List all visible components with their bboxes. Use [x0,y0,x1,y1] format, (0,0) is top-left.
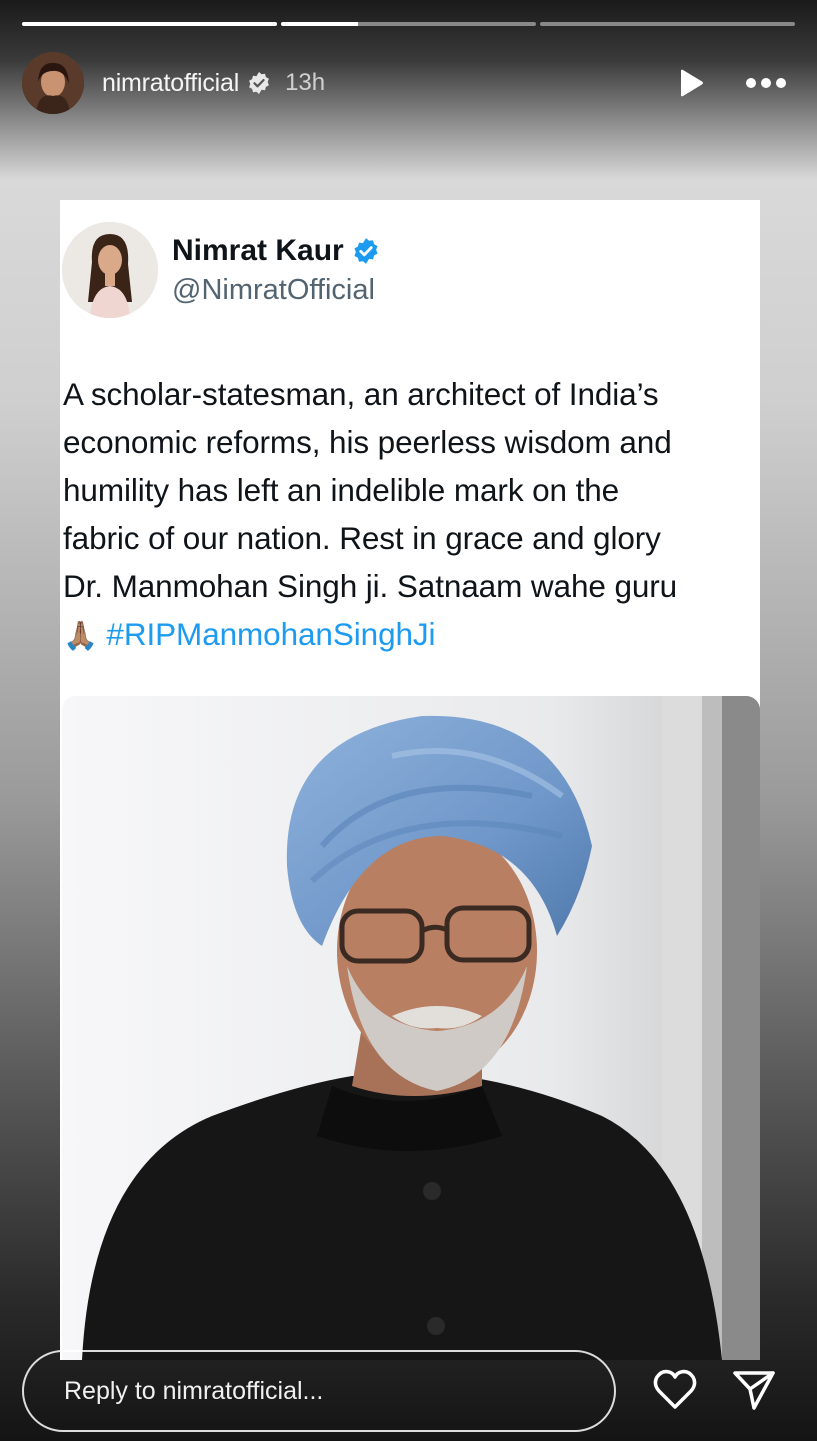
progress-segment [540,22,795,26]
tweet-photo [62,696,760,1360]
tweet-header: Nimrat Kaur @NimratOfficial [62,222,380,318]
tweet-line: A scholar-statesman, an architect of Ind… [63,376,659,412]
tweet-line: humility has left an indelible mark on t… [63,472,620,508]
tweet-card: Nimrat Kaur @NimratOfficial A scholar-st… [60,200,760,1360]
story-header: nimratofficial 13h [22,52,787,114]
tweet-hashtag[interactable]: #RIPManmohanSinghJi [106,616,435,652]
reply-placeholder: Reply to nimratofficial... [64,1376,324,1405]
progress-segment [281,22,536,26]
play-icon[interactable] [677,68,705,98]
story-username[interactable]: nimratofficial [102,69,239,98]
verified-badge-icon [354,237,378,264]
tweet-display-name: Nimrat Kaur [172,233,344,267]
tweet-text: A scholar-statesman, an architect of Ind… [63,370,760,660]
pray-emoji: 🙏🏽 [63,620,98,651]
reply-input[interactable]: Reply to nimratofficial... [22,1350,616,1432]
heart-icon[interactable] [652,1369,698,1411]
more-icon[interactable] [745,77,787,89]
tweet-avatar [62,222,158,318]
tweet-handle: @NimratOfficial [172,273,375,306]
verified-icon [249,72,269,94]
send-icon[interactable] [732,1369,776,1411]
tweet-line: Dr. Manmohan Singh ji. Satnaam wahe guru [63,568,678,604]
story-progress [22,22,795,26]
tweet-line: fabric of our nation. Rest in grace and … [63,520,661,556]
story-avatar[interactable] [22,52,84,114]
story-time: 13h [285,69,326,96]
progress-segment [22,22,277,26]
tweet-line: economic reforms, his peerless wisdom an… [63,424,672,460]
